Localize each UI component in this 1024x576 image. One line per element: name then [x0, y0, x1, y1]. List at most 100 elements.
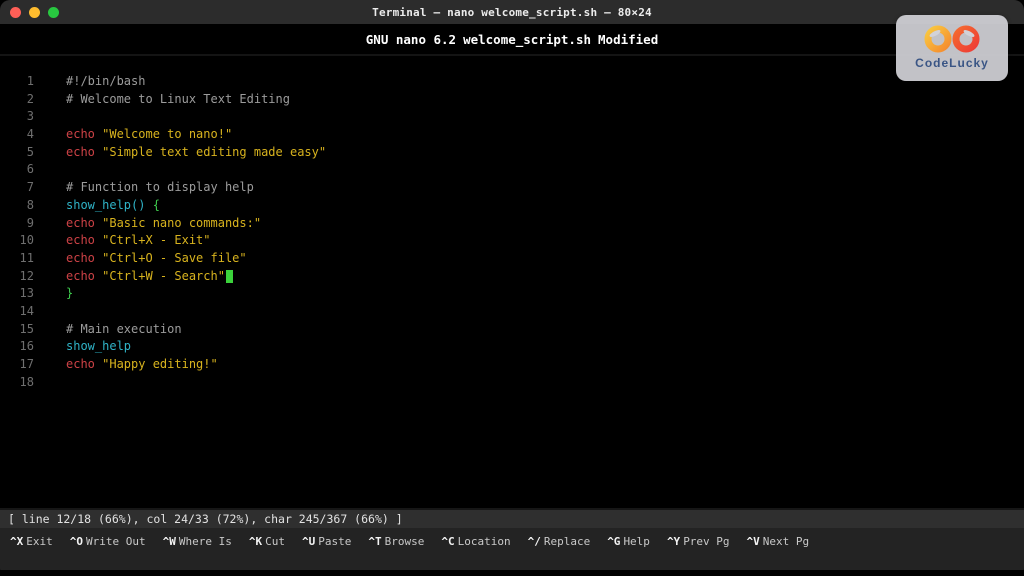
code-line: 18 — [0, 374, 1024, 392]
nano-version: GNU nano 6.2 — [365, 31, 457, 47]
shortcut-label: Location — [457, 535, 511, 548]
code-text: # Main execution — [36, 321, 182, 339]
code-line: 3 — [0, 108, 1024, 126]
editor-lines: 1 #!/bin/bash 2 # Welcome to Linux Text Edi… — [0, 73, 1024, 391]
code-text: # Welcome to Linux Text Editing — [36, 91, 290, 109]
line-number: 2 — [26, 91, 34, 106]
shortcut-item: ^K Cut — [249, 535, 285, 548]
codelucky-infinity-logo — [924, 25, 980, 53]
shortcut-key: ^T — [368, 535, 382, 548]
code-segment: show_help — [66, 339, 132, 354]
window-title: Terminal — nano welcome_script.sh — 80×2… — [372, 5, 652, 19]
code-line: 13} — [0, 285, 1024, 303]
text-cursor — [225, 269, 233, 283]
code-segment: echo — [66, 250, 103, 265]
shortcut-label: Write Out — [86, 535, 146, 548]
line-number: 17 — [19, 357, 34, 371]
line-number: 8 — [26, 197, 34, 212]
shortcut-item: ^T Browse — [368, 535, 424, 548]
shortcut-key: ^G — [607, 535, 621, 548]
code-line: 5 echo "Simple text editing made easy" — [0, 144, 1024, 162]
codelucky-brand-text: CodeLucky — [915, 56, 989, 70]
title-bar[interactable]: Terminal — nano welcome_script.sh — 80×2… — [0, 0, 1024, 24]
code-text: # Function to display help — [36, 179, 254, 197]
code-segment: #!/bin/bash — [66, 74, 146, 88]
line-number: 9 — [26, 215, 34, 230]
shortcut-item: ^V Next Pg — [747, 535, 810, 548]
code-line: 7 # Function to display help — [0, 179, 1024, 197]
shortcut-key: ^U — [301, 535, 316, 548]
shortcut-item: ^/Replace — [528, 535, 591, 548]
line-number: 11 — [19, 250, 34, 265]
shortcut-key: ^/ — [527, 535, 541, 548]
code-text: echo "Ctrl+X - Exit" — [36, 232, 211, 250]
code-line: 6 — [0, 161, 1024, 179]
line-number: 5 — [26, 144, 34, 159]
shortcut-key: ^Y — [666, 535, 681, 548]
code-segment: echo — [66, 144, 103, 159]
shortcut-label: Paste — [318, 535, 352, 548]
codelucky-badge: CodeLucky — [896, 15, 1008, 81]
code-line: 11 echo "Ctrl+O - Save file" — [0, 250, 1024, 268]
code-text: echo "Ctrl+O - Save file" — [36, 250, 247, 268]
code-text: echo "Basic nano commands:" — [36, 215, 261, 233]
shortcuts-bar: ^X Exit ^O Write Out ^W Where Is ^K Cut ^U Paste ^… — [0, 528, 1024, 570]
code-line: 17 echo "Happy editing!" — [0, 356, 1024, 374]
code-segment: "Basic nano commands:" — [102, 215, 262, 230]
code-segment: "Simple text editing made easy" — [102, 144, 327, 159]
shortcut-item: ^C Location — [441, 535, 510, 548]
shortcut-label: Cut — [265, 535, 285, 548]
shortcut-label: Help — [623, 535, 650, 548]
code-segment: "Ctrl+W - Search" — [102, 268, 225, 283]
code-segment: # Function to display help — [66, 180, 254, 195]
shortcut-item: ^W Where Is — [163, 535, 232, 548]
code-segment: "Happy editing!" — [102, 357, 218, 371]
code-line: 14 — [0, 303, 1024, 321]
shortcut-label: Prev Pg — [683, 535, 730, 548]
code-line: 1 #!/bin/bash — [0, 73, 1024, 91]
status-bar: [ line 12/18 (66%), col 24/33 (72%), cha… — [0, 510, 1024, 528]
code-text: echo "Welcome to nano!" — [36, 126, 232, 144]
shortcut-item: ^X Exit — [10, 535, 53, 548]
code-line: 10 echo "Ctrl+X - Exit" — [0, 232, 1024, 250]
line-number: 4 — [26, 127, 34, 142]
line-number: 1 — [26, 74, 34, 88]
code-line: 16 show_help — [0, 338, 1024, 356]
shortcut-item: ^Y Prev Pg — [667, 535, 730, 548]
line-number: 14 — [19, 303, 34, 318]
code-line: 8 show_help() { — [0, 197, 1024, 215]
nano-modified-state: Modified — [598, 31, 659, 47]
shortcut-label: Next Pg — [762, 535, 810, 548]
code-line: 2 # Welcome to Linux Text Editing — [0, 91, 1024, 109]
code-segment: "Welcome to nano!" — [102, 127, 233, 142]
code-line: 15 # Main execution — [0, 321, 1024, 339]
shortcut-label: Browse — [384, 535, 425, 548]
code-text: echo "Ctrl+W - Search" — [36, 268, 233, 286]
shortcut-key: ^K — [248, 535, 263, 548]
code-segment: "Ctrl+O - Save file" — [102, 250, 247, 265]
window-bottom-edge — [0, 570, 1024, 576]
code-text: echo "Simple text editing made easy" — [36, 144, 326, 162]
code-segment: echo — [66, 233, 103, 248]
code-text: echo "Happy editing!" — [36, 356, 218, 374]
line-number: 16 — [19, 339, 34, 354]
shortcut-item: ^U Paste — [302, 535, 351, 548]
shortcut-key: ^O — [69, 535, 83, 548]
code-segment: echo — [66, 357, 103, 371]
terminal-window: Terminal — nano welcome_script.sh — 80×2… — [0, 0, 1024, 576]
line-number: 13 — [19, 286, 34, 301]
line-number: 10 — [19, 233, 34, 248]
shortcut-item: ^O Write Out — [70, 535, 146, 548]
nano-filename: welcome_script.sh — [463, 31, 592, 47]
code-segment: echo — [66, 215, 103, 230]
shortcut-key: ^X — [10, 535, 24, 548]
editor-area[interactable]: 1 #!/bin/bash 2 # Welcome to Linux Text Edi… — [0, 56, 1024, 508]
code-text: } — [36, 285, 73, 303]
line-number: 3 — [26, 109, 34, 124]
shortcut-key: ^V — [746, 535, 760, 548]
